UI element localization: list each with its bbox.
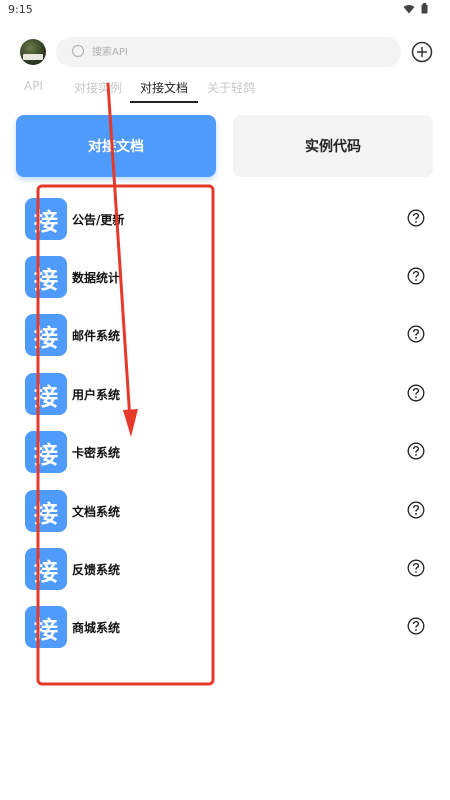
- tab-api[interactable]: API: [24, 79, 43, 93]
- example-code-label: 实例代码: [305, 139, 361, 155]
- help-icon[interactable]: [407, 267, 425, 285]
- item-badge: 接: [25, 606, 67, 648]
- tab-bar: API 对接实例 对接文档 关于轻鸽: [0, 76, 450, 104]
- active-tab-indicator: [130, 101, 198, 103]
- search-icon: [71, 44, 85, 58]
- item-badge: 接: [25, 373, 67, 415]
- help-icon[interactable]: [407, 501, 425, 519]
- status-time: 9:15: [8, 3, 33, 16]
- tab-about[interactable]: 关于轻鸽: [207, 79, 255, 96]
- help-icon[interactable]: [407, 442, 425, 460]
- item-label: 商城系统: [72, 621, 121, 635]
- item-label: 文档系统: [72, 505, 121, 519]
- item-label: 反馈系统: [72, 563, 121, 577]
- item-label: 邮件系统: [72, 329, 121, 343]
- item-label: 用户系统: [72, 388, 121, 402]
- status-bar: 9:15: [0, 0, 450, 24]
- help-icon[interactable]: [407, 559, 425, 577]
- tab-integration-examples[interactable]: 对接实例: [74, 79, 122, 96]
- list-item[interactable]: 接 邮件系统: [0, 314, 450, 358]
- list-item[interactable]: 接 数据统计: [0, 256, 450, 300]
- battery-icon: [421, 3, 428, 14]
- item-badge: 接: [25, 198, 67, 240]
- help-icon[interactable]: [407, 384, 425, 402]
- help-icon[interactable]: [407, 617, 425, 635]
- list-item[interactable]: 接 文档系统: [0, 490, 450, 534]
- integration-docs-button[interactable]: 对接文档: [16, 115, 216, 177]
- item-badge: 接: [25, 490, 67, 532]
- list-item[interactable]: 接 卡密系统: [0, 431, 450, 475]
- search-input[interactable]: [92, 44, 372, 60]
- avatar[interactable]: [20, 39, 46, 65]
- list-item[interactable]: 接 商城系统: [0, 606, 450, 650]
- wifi-icon: [403, 4, 415, 13]
- list-item[interactable]: 接 反馈系统: [0, 548, 450, 592]
- item-badge: 接: [25, 314, 67, 356]
- example-code-button[interactable]: 实例代码: [233, 115, 433, 177]
- list-item[interactable]: 接 公告/更新: [0, 198, 450, 242]
- item-badge: 接: [25, 548, 67, 590]
- list-item[interactable]: 接 用户系统: [0, 373, 450, 417]
- item-badge: 接: [25, 431, 67, 473]
- item-badge: 接: [25, 256, 67, 298]
- help-icon[interactable]: [407, 209, 425, 227]
- help-icon[interactable]: [407, 325, 425, 343]
- item-label: 数据统计: [72, 271, 121, 285]
- search-bar[interactable]: [56, 37, 401, 67]
- integration-docs-label: 对接文档: [88, 139, 144, 155]
- item-label: 公告/更新: [72, 213, 125, 227]
- item-label: 卡密系统: [72, 446, 121, 460]
- tab-integration-docs[interactable]: 对接文档: [140, 79, 188, 96]
- plus-circle-icon[interactable]: [411, 41, 433, 63]
